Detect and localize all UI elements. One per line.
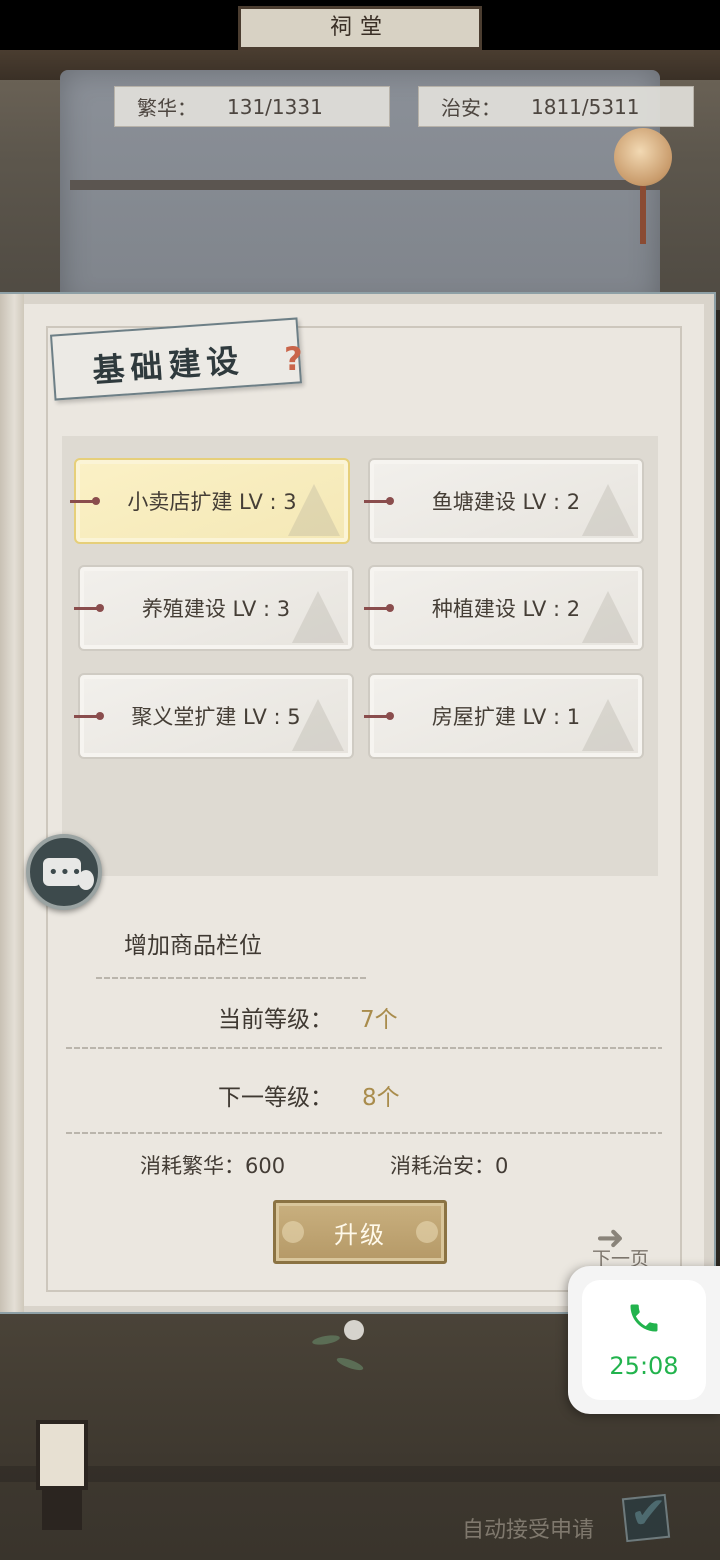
security-value: 1811/5311 — [531, 94, 640, 119]
panel-title: 基础建设 — [91, 341, 246, 390]
prosperity-stat: 繁华： 131/1331 — [114, 86, 390, 127]
divider — [66, 1132, 662, 1134]
chat-button[interactable]: ••• — [26, 834, 102, 910]
call-widget[interactable]: 25:08 — [568, 1266, 720, 1414]
security-label: 治安： — [441, 96, 501, 120]
building-house-expand[interactable]: 房屋扩建 LV : 1 — [364, 673, 644, 759]
lamp-base — [42, 1490, 82, 1530]
building-breeding[interactable]: 养殖建设 LV : 3 — [74, 565, 354, 651]
lantern-icon — [614, 128, 672, 186]
next-level-label: 下一等级： — [218, 1085, 333, 1111]
building-hall-expand[interactable]: 聚义堂扩建 LV : 5 — [74, 673, 354, 759]
security-stat: 治安： 1811/5311 — [418, 86, 694, 127]
building-label: 房屋扩建 LV : 1 — [431, 705, 581, 729]
lamp-icon — [36, 1420, 88, 1490]
cost-prosperity-value: 600 — [245, 1154, 286, 1178]
current-level-value: 7个 — [360, 1007, 398, 1033]
detail-title: 增加商品栏位 — [124, 933, 262, 959]
building-label: 小卖店扩建 LV : 3 — [127, 490, 297, 514]
chat-drop — [78, 870, 94, 890]
cost-prosperity-label: 消耗繁华： — [140, 1154, 245, 1178]
prosperity-value: 131/1331 — [227, 94, 323, 119]
cost-prosperity: 消耗繁华：600 — [140, 1150, 285, 1180]
pin-icon — [364, 604, 394, 612]
lantern-tassel — [640, 186, 646, 244]
current-level-label: 当前等级： — [218, 1007, 333, 1033]
cost-security-label: 消耗治安： — [390, 1154, 495, 1178]
pin-icon — [74, 712, 104, 720]
help-icon[interactable]: ? — [284, 340, 303, 378]
mountain-decoration — [582, 591, 634, 643]
checkmark-icon: ✔ — [630, 1488, 667, 1539]
building-label: 养殖建设 LV : 3 — [141, 597, 291, 621]
building-label: 种植建设 LV : 2 — [431, 597, 581, 621]
next-level-value: 8个 — [362, 1085, 400, 1111]
building-fishpond[interactable]: 鱼塘建设 LV : 2 — [364, 458, 644, 544]
button-ornament — [416, 1221, 438, 1243]
flower-decoration — [344, 1320, 364, 1340]
prosperity-label: 繁华： — [137, 96, 197, 120]
floor-stripe — [0, 1466, 720, 1482]
button-ornament — [282, 1221, 304, 1243]
building-label: 鱼塘建设 LV : 2 — [431, 490, 581, 514]
next-page-button[interactable]: ➜ 下一页 — [592, 1218, 662, 1272]
call-widget-inner: 25:08 — [582, 1280, 706, 1400]
building-planting[interactable]: 种植建设 LV : 2 — [364, 565, 644, 651]
pin-icon — [70, 497, 100, 505]
building-shop-expand[interactable]: 小卖店扩建 LV : 3 — [70, 458, 350, 544]
upgrade-button[interactable]: 升级 — [273, 1200, 447, 1264]
pin-icon — [74, 604, 104, 612]
hall-board — [70, 180, 660, 190]
hall-sign: 祠堂 — [238, 6, 482, 50]
cost-security-value: 0 — [495, 1154, 509, 1178]
divider — [66, 1047, 662, 1049]
pin-icon — [364, 712, 394, 720]
phone-icon — [630, 1304, 658, 1332]
mountain-decoration — [292, 591, 344, 643]
upgrade-label: 升级 — [334, 1220, 386, 1249]
mountain-decoration — [582, 699, 634, 751]
building-label: 聚义堂扩建 LV : 5 — [131, 705, 301, 729]
call-duration: 25:08 — [609, 1352, 679, 1380]
book-spine — [0, 294, 24, 1312]
divider — [96, 977, 368, 979]
pin-icon — [364, 497, 394, 505]
cost-security: 消耗治安：0 — [390, 1150, 508, 1180]
auto-accept-label: 自动接受申请 — [462, 1518, 595, 1543]
mountain-decoration — [582, 484, 634, 536]
